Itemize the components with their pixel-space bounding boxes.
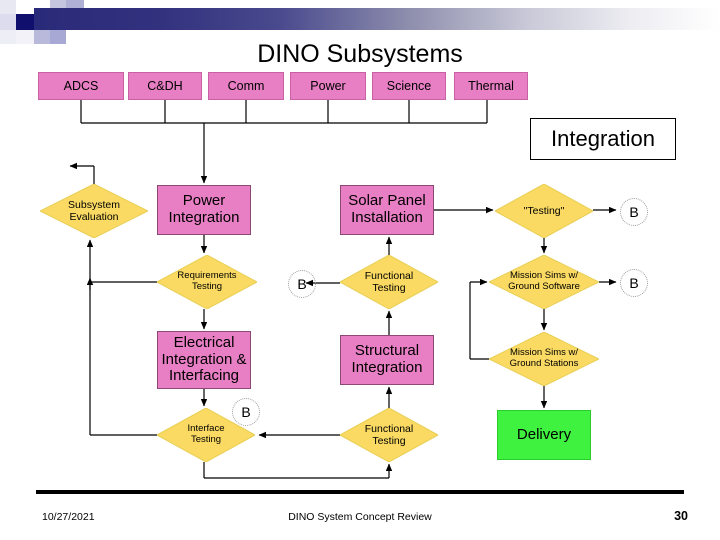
subsystem-box-adcs[interactable]: ADCS: [38, 72, 124, 100]
subsystem-box-power[interactable]: Power: [290, 72, 366, 100]
subsystem-box-thermal[interactable]: Thermal: [454, 72, 528, 100]
delivery-box[interactable]: Delivery: [497, 410, 591, 460]
b-connector-functional-testing-upper[interactable]: B: [288, 270, 316, 298]
header-gradient-bar: [34, 8, 720, 30]
deco-square: [0, 0, 16, 14]
decision-testing[interactable]: "Testing": [495, 184, 593, 238]
decision-label: Functional Testing: [364, 269, 414, 294]
process-box-power-integration[interactable]: Power Integration: [157, 185, 251, 235]
process-box-electrical-integration[interactable]: Electrical Integration & Interfacing: [157, 331, 251, 389]
subsystem-box-comm[interactable]: Comm: [208, 72, 284, 100]
footer-divider: [36, 490, 684, 494]
decision-label: Mission Sims w/Ground Stations: [509, 347, 579, 369]
b-connector-testing[interactable]: B: [620, 198, 648, 226]
process-box-solar-panel-installation[interactable]: Solar Panel Installation: [340, 185, 434, 235]
b-connector-interface-testing[interactable]: B: [232, 398, 260, 426]
decision-label: Functional Testing: [364, 422, 414, 447]
process-box-structural-integration[interactable]: Structural Integration: [340, 335, 434, 385]
decision-mission-sims-ground-stations[interactable]: Mission Sims w/Ground Stations: [489, 332, 599, 386]
deco-square: [0, 14, 16, 30]
decision-label: Mission Sims w/Ground Software: [508, 270, 580, 292]
decision-label: Requirements Testing: [177, 270, 237, 292]
integration-box: Integration: [530, 118, 676, 160]
footer-page-number: 30: [674, 509, 688, 523]
b-connector-mission-sims-ground-software[interactable]: B: [620, 269, 648, 297]
decision-functional-testing-upper[interactable]: Functional Testing: [340, 255, 438, 309]
decision-label: Subsystem Evaluation: [68, 198, 120, 223]
page-title: DINO Subsystems: [257, 40, 463, 68]
decision-mission-sims-ground-software[interactable]: Mission Sims w/Ground Software: [489, 255, 599, 309]
decision-requirements-testing[interactable]: Requirements Testing: [157, 255, 257, 309]
subsystem-box-science[interactable]: Science: [372, 72, 446, 100]
subsystem-box-cdh[interactable]: C&DH: [128, 72, 202, 100]
footer-title: DINO System Concept Review: [288, 511, 432, 523]
decision-label: "Testing": [523, 204, 565, 217]
decision-functional-testing-lower[interactable]: Functional Testing: [340, 408, 438, 462]
decision-subsystem-evaluation[interactable]: Subsystem Evaluation: [40, 184, 148, 238]
deco-square: [16, 14, 34, 30]
